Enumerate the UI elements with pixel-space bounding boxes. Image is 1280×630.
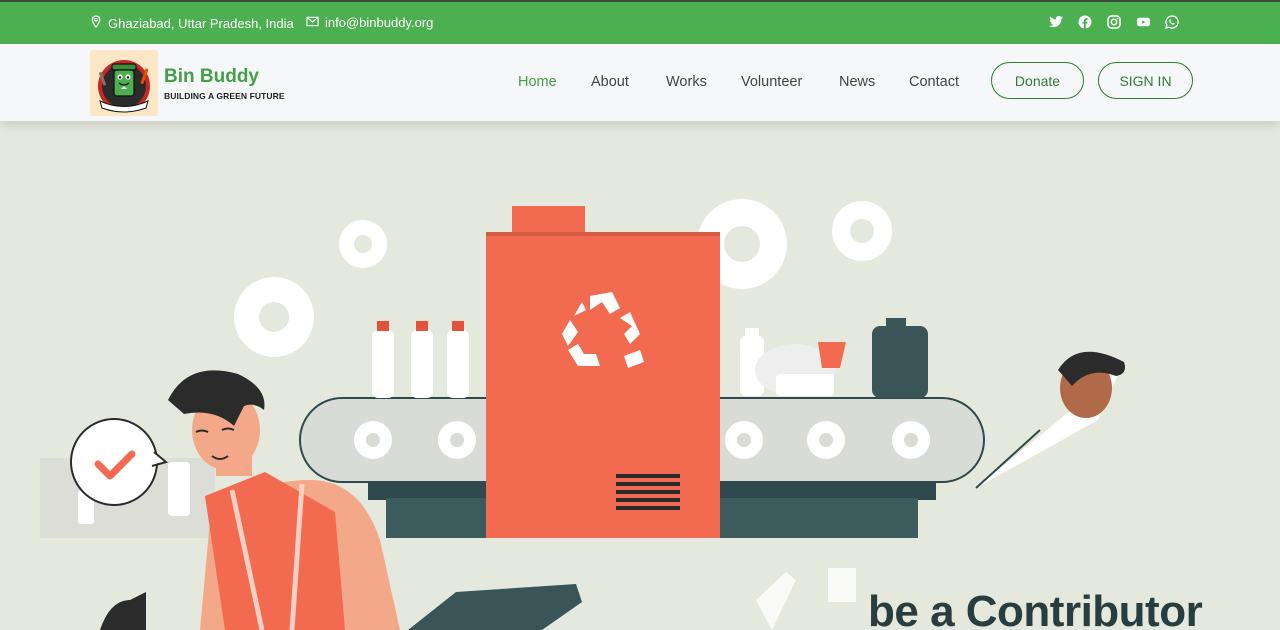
hero-section: be a Contributor (0, 121, 1280, 630)
top-info-bar: Ghaziabad, Uttar Pradesh, India info@bin… (0, 0, 1280, 44)
youtube-icon[interactable] (1136, 15, 1151, 30)
facebook-icon[interactable] (1078, 15, 1093, 30)
email-text[interactable]: info@binbuddy.org (325, 15, 433, 30)
location-info: Ghaziabad, Uttar Pradesh, India (90, 15, 294, 31)
envelope-icon (306, 15, 319, 30)
twitter-icon[interactable] (1049, 15, 1064, 30)
nav-home[interactable]: Home (518, 74, 557, 90)
donate-button[interactable]: Donate (991, 62, 1084, 99)
main-navbar: Bin Buddy BUILDING A GREEN FUTURE Home A… (0, 44, 1280, 121)
email-info[interactable]: info@binbuddy.org (306, 15, 433, 30)
social-links (1049, 15, 1180, 30)
brand-tagline: BUILDING A GREEN FUTURE (164, 91, 285, 101)
nav-contact[interactable]: Contact (909, 74, 959, 90)
bin-buddy-logo[interactable] (90, 50, 158, 116)
nav-works[interactable]: Works (666, 74, 707, 90)
brand-name[interactable]: Bin Buddy (164, 66, 259, 88)
nav-news[interactable]: News (839, 74, 875, 90)
recycling-illustration (0, 121, 1280, 630)
hero-headline: be a Contributor (868, 587, 1203, 630)
instagram-icon[interactable] (1107, 15, 1122, 30)
location-text: Ghaziabad, Uttar Pradesh, India (108, 15, 294, 31)
whatsapp-icon[interactable] (1165, 15, 1180, 30)
map-pin-icon (90, 15, 102, 31)
nav-about[interactable]: About (591, 74, 629, 90)
nav-volunteer[interactable]: Volunteer (741, 74, 802, 90)
sign-in-button[interactable]: SIGN IN (1098, 62, 1193, 99)
